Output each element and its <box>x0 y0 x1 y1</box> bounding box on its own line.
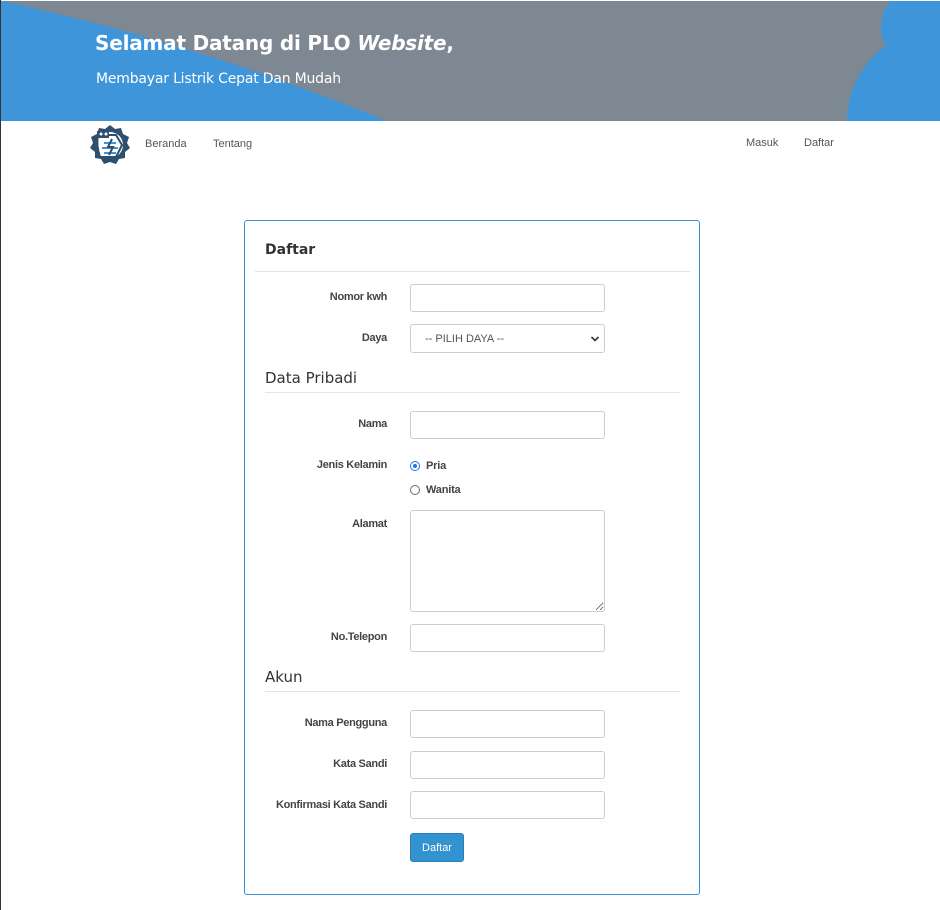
page-title: Selamat Datang di PLO Website, <box>95 31 454 55</box>
nomor-kwh-label: Nomor kwh <box>329 291 388 303</box>
nav-link-masuk[interactable]: Masuk <box>746 137 778 149</box>
telepon-input[interactable] <box>410 624 605 652</box>
register-card: Daftar Nomor kwh Daya -- PILIH DAYA -- D… <box>244 220 700 895</box>
konfirmasi-kata-sandi-input[interactable] <box>410 791 605 819</box>
nama-label: Nama <box>358 418 387 430</box>
nama-pengguna-input[interactable] <box>410 710 605 738</box>
nav-link-tentang[interactable]: Tentang <box>213 138 252 150</box>
banner-shapes <box>1 1 940 121</box>
radio-option-wanita[interactable]: Wanita <box>410 484 461 496</box>
section-title-data-pribadi: Data Pribadi <box>265 369 358 387</box>
daya-label: Daya <box>361 332 387 344</box>
section-divider-akun <box>265 691 680 692</box>
alamat-textarea[interactable] <box>410 510 605 612</box>
alamat-label: Alamat <box>352 518 387 530</box>
daftar-submit-button[interactable]: Daftar <box>410 833 464 862</box>
radio-option-pria[interactable]: Pria <box>410 460 446 472</box>
daya-select[interactable]: -- PILIH DAYA -- <box>410 324 605 353</box>
card-divider <box>255 271 690 272</box>
section-title-akun: Akun <box>265 668 303 686</box>
telepon-label: No.Telepon <box>330 631 387 643</box>
header-banner: Selamat Datang di PLO Website, Membayar … <box>1 1 940 121</box>
radio-label-pria: Pria <box>426 460 446 472</box>
radio-button-wanita[interactable] <box>410 485 420 495</box>
kata-sandi-label: Kata Sandi <box>333 758 387 770</box>
title-emphasis: Website <box>357 31 447 55</box>
radio-label-wanita: Wanita <box>426 484 461 496</box>
top-navbar: Beranda Tentang Masuk Daftar <box>1 121 940 171</box>
jenis-kelamin-label: Jenis Kelamin <box>316 459 387 471</box>
page-subtitle: Membayar Listrik Cepat Dan Mudah <box>96 71 341 87</box>
pln-logo-icon[interactable] <box>89 123 131 167</box>
nama-pengguna-label: Nama Pengguna <box>304 717 388 729</box>
radio-button-pria[interactable] <box>410 461 420 471</box>
section-divider-data-pribadi <box>265 392 680 393</box>
nomor-kwh-input[interactable] <box>410 284 605 312</box>
nav-link-beranda[interactable]: Beranda <box>145 138 187 150</box>
konfirmasi-kata-sandi-label: Konfirmasi Kata Sandi <box>275 799 387 811</box>
card-title: Daftar <box>265 242 316 258</box>
nav-link-daftar[interactable]: Daftar <box>804 137 834 149</box>
nama-input[interactable] <box>410 411 605 439</box>
kata-sandi-input[interactable] <box>410 751 605 779</box>
